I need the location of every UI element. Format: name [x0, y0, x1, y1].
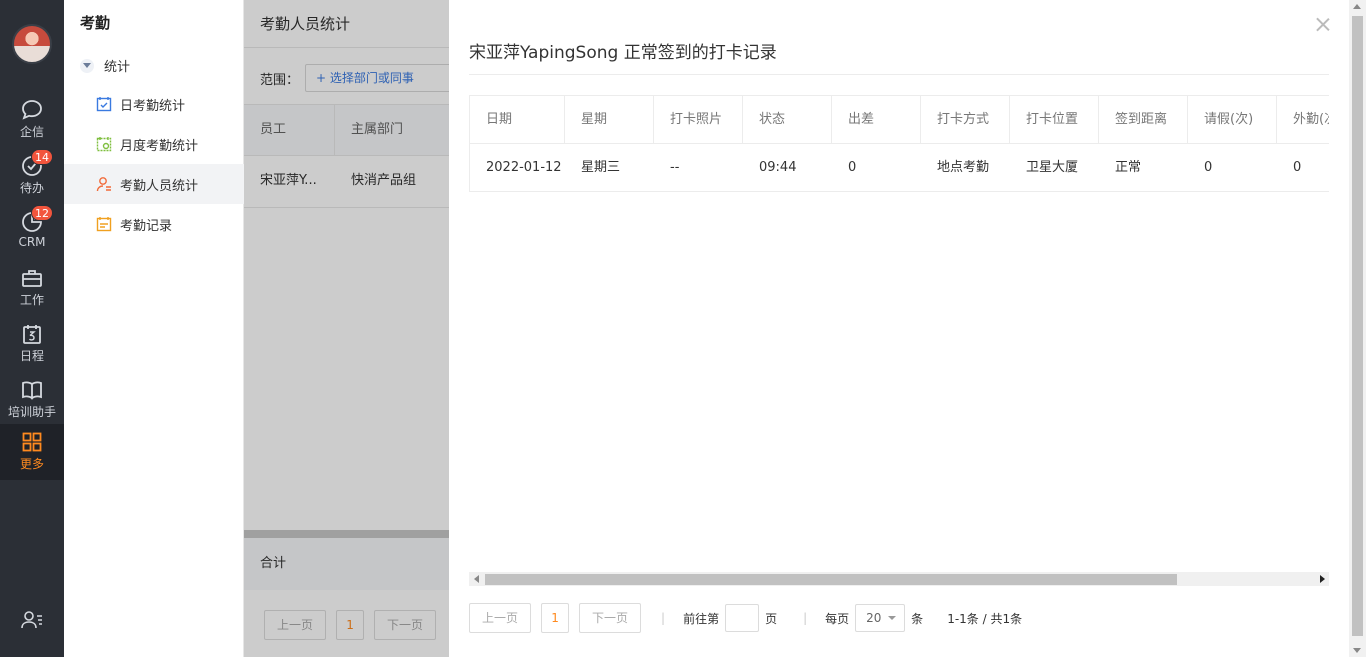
close-icon[interactable] [1315, 16, 1331, 32]
pagination-summary: 1-1条 / 共1条 [947, 611, 1023, 626]
page-unit-label: 页 [765, 611, 778, 626]
table-cell: 0 [1204, 160, 1213, 175]
table-horizontal-scrollbar[interactable] [469, 572, 1329, 586]
goto-page-input[interactable] [725, 604, 760, 632]
table-cell: 星期三 [581, 160, 621, 175]
table-header: 日期 星期 打卡照片 状态 出差 打卡方式 打卡位置 签到距离 请假(次) 外勤… [470, 96, 1329, 144]
calendar-month-icon [96, 137, 112, 152]
per-page-label: 每页 [825, 611, 850, 626]
sidebar-item-label: 月度考勤统计 [120, 138, 199, 154]
rail-item-schedule[interactable]: 日程 [0, 316, 64, 372]
app-rail: 企信 待办 14 CRM 12 工作 日程 培训助手 更多 [0, 0, 64, 657]
records-drawer: 宋亚萍YapingSong 正常签到的打卡记录 日期 星期 打卡照片 状态 出差… [449, 0, 1366, 657]
table-cell: 正常 [1115, 160, 1142, 175]
sidebar-item-label: 日考勤统计 [120, 98, 186, 114]
divider: | [661, 611, 666, 625]
sidebar-group-label: 统计 [104, 60, 131, 75]
table-cell: 卫星大厦 [1026, 160, 1079, 175]
rail-item-crm[interactable]: CRM 12 [0, 204, 64, 260]
scroll-right-icon[interactable] [1320, 575, 1325, 583]
sidebar-group-stats[interactable]: 统计 [80, 56, 130, 75]
page-vertical-scrollbar[interactable] [1349, 0, 1366, 657]
sidebar-item-daily-stats[interactable]: 日考勤统计 [64, 84, 244, 124]
sidebar-item-person-stats[interactable]: 考勤人员统计 [64, 164, 244, 204]
rail-item-qixin[interactable]: 企信 [0, 92, 64, 148]
calendar-icon [23, 325, 41, 344]
table-cell: 09:44 [759, 160, 797, 175]
records-table: 日期 星期 打卡照片 状态 出差 打卡方式 打卡位置 签到距离 请假(次) 外勤… [469, 95, 1329, 192]
rail-item-work[interactable]: 工作 [0, 260, 64, 316]
person-icon [96, 177, 111, 192]
scrollbar-thumb[interactable] [485, 574, 1177, 585]
todo-count-badge: 14 [31, 149, 53, 165]
sidebar-title: 考勤 [80, 14, 111, 32]
rail-label: 培训助手 [7, 405, 56, 419]
chat-bubble-icon [22, 100, 42, 120]
sidebar-item-records[interactable]: 考勤记录 [64, 204, 244, 244]
column-header: 出差 [832, 96, 921, 143]
column-header: 打卡方式 [921, 96, 1010, 143]
secondary-sidebar: 考勤 统计 日考勤统计 月度考勤统计 考勤人员统计 考勤记录 [64, 0, 244, 657]
sidebar-item-monthly-stats[interactable]: 月度考勤统计 [64, 124, 244, 164]
rail-label: 待办 [19, 181, 44, 195]
column-header: 日期 [470, 96, 565, 143]
calendar-check-icon [96, 97, 112, 112]
sidebar-item-label: 考勤人员统计 [120, 178, 199, 194]
column-header: 请假(次) [1188, 96, 1277, 143]
crm-count-badge: 12 [31, 205, 53, 221]
rail-label: CRM [18, 235, 46, 249]
rail-label: 企信 [19, 125, 44, 139]
table-cell: 2022-01-12 [486, 160, 562, 175]
table-cell: 地点考勤 [937, 160, 990, 175]
column-header: 状态 [743, 96, 832, 143]
contacts-icon [21, 611, 42, 629]
table-cell: 0 [1293, 160, 1302, 175]
user-avatar[interactable] [12, 24, 52, 64]
column-header: 打卡照片 [654, 96, 743, 143]
rail-label: 更多 [19, 457, 44, 471]
rail-label: 日程 [19, 349, 44, 363]
divider [469, 74, 1329, 75]
contacts-button[interactable] [20, 608, 44, 632]
record-icon [96, 217, 112, 232]
scrollbar-thumb[interactable] [1352, 16, 1363, 636]
collapse-triangle-icon [80, 58, 94, 73]
rail-item-training[interactable]: 培训助手 [0, 372, 64, 428]
scroll-left-icon[interactable] [474, 575, 479, 583]
rail-item-todo[interactable]: 待办 14 [0, 148, 64, 204]
column-header: 打卡位置 [1010, 96, 1099, 143]
column-header: 外勤(次) [1277, 96, 1329, 143]
sidebar-item-label: 考勤记录 [120, 218, 173, 234]
per-page-select[interactable]: 20 [855, 604, 906, 632]
divider: | [803, 611, 808, 625]
rail-item-more[interactable]: 更多 [0, 424, 64, 480]
per-page-unit: 条 [911, 611, 924, 626]
table-cell: 0 [848, 160, 857, 175]
prev-page-button[interactable]: 上一页 [469, 603, 532, 633]
column-header: 星期 [565, 96, 654, 143]
scroll-down-icon[interactable] [1353, 648, 1361, 653]
table-row[interactable]: 2022-01-12 星期三 -- 09:44 0 地点考勤 卫星大厦 正常 0… [470, 144, 1329, 191]
pagination: 上一页 1 下一页 | 前往第 页 | 每页 20 条 1-1条 / 共1条 [469, 603, 1022, 633]
book-icon [22, 381, 42, 400]
next-page-button[interactable]: 下一页 [579, 603, 642, 633]
table-cell: -- [670, 160, 680, 175]
column-header: 签到距离 [1099, 96, 1188, 143]
goto-label: 前往第 [683, 611, 720, 626]
drawer-title: 宋亚萍YapingSong 正常签到的打卡记录 [469, 43, 777, 63]
scroll-up-icon[interactable] [1353, 4, 1361, 9]
grid-icon [22, 432, 42, 452]
page-number-button[interactable]: 1 [541, 603, 570, 633]
briefcase-icon [22, 270, 42, 287]
rail-label: 工作 [19, 293, 44, 307]
